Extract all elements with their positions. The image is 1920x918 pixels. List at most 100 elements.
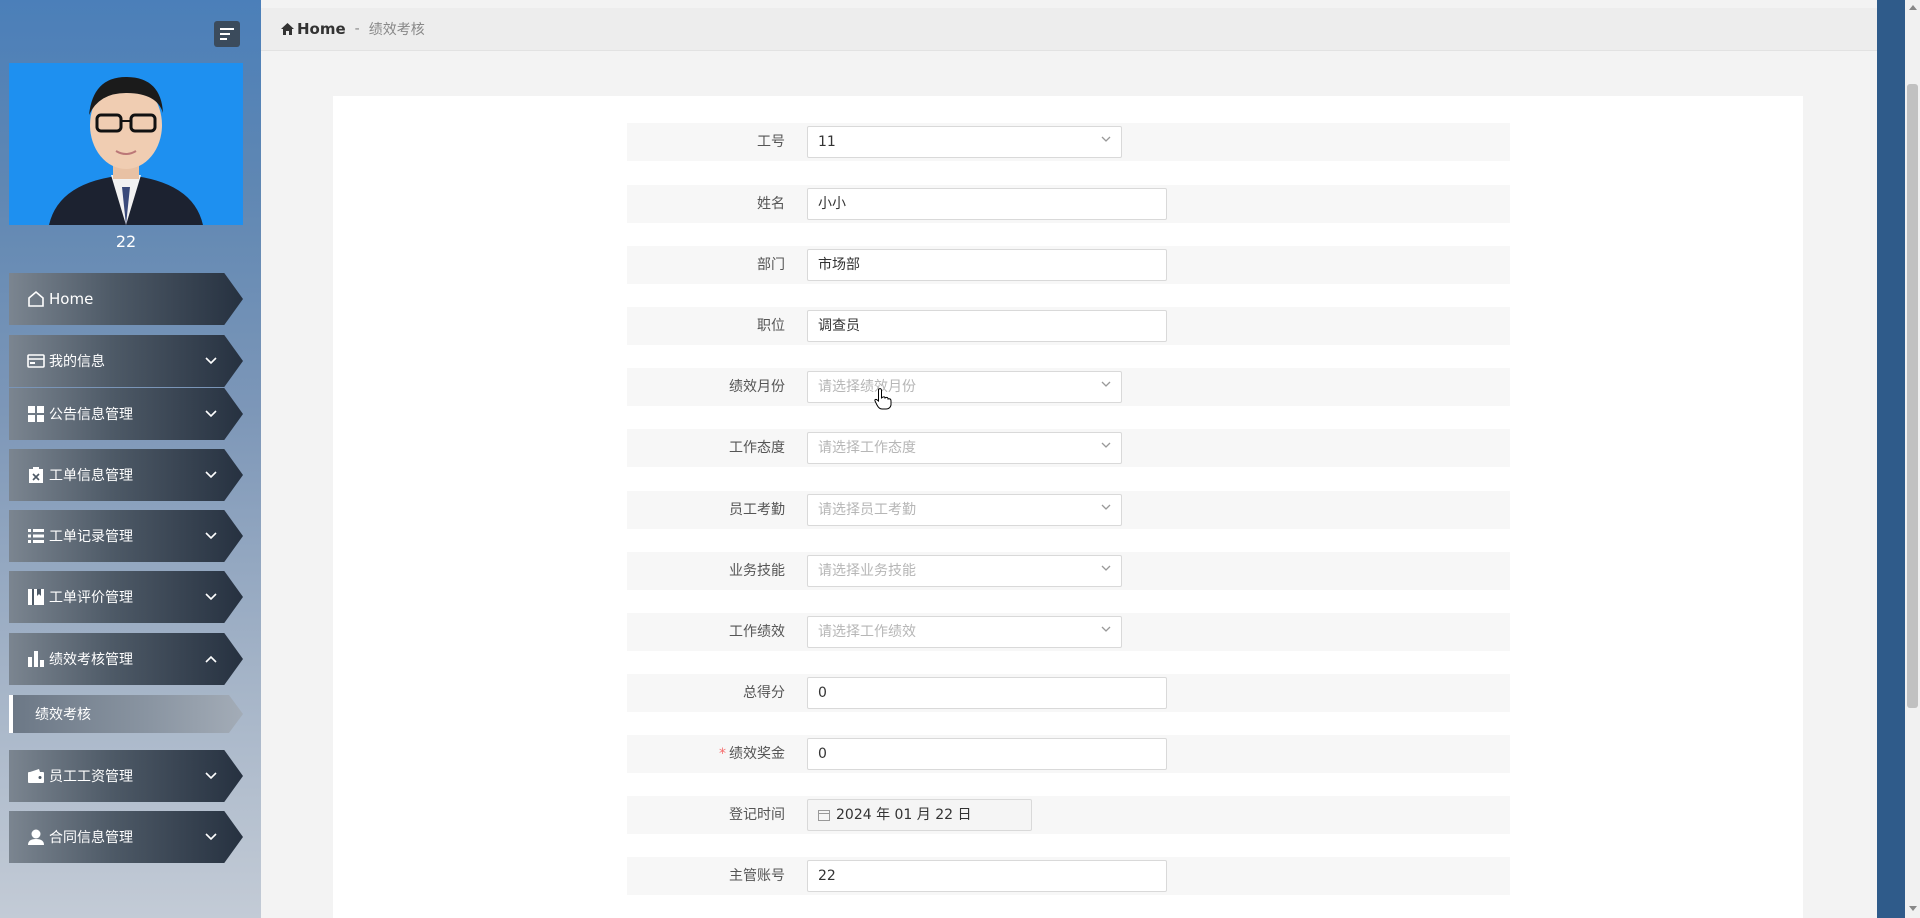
field-label: 业务技能 (729, 563, 785, 579)
field-label: 工作绩效 (729, 624, 785, 640)
nav-my-info[interactable]: 我的信息 (9, 335, 243, 387)
field-label: 员工考勤 (729, 502, 785, 518)
breadcrumb: Home - 绩效考核 (261, 8, 1877, 51)
nav-label: 工单信息管理 (49, 468, 133, 484)
name-input[interactable]: 小小 (807, 188, 1167, 220)
sidebar: 22 Home 我的信息 公告信息管理 工单信息管理 工单记录管理 工单评价管理… (0, 0, 261, 918)
nav-contract-management[interactable]: 合同信息管理 (9, 811, 243, 863)
field-label: 总得分 (743, 685, 785, 701)
nav-ticket-record-management[interactable]: 工单记录管理 (9, 510, 243, 562)
scroll-up-arrow-icon[interactable] (1909, 5, 1917, 10)
nav-salary-management[interactable]: 员工工资管理 (9, 750, 243, 802)
book-icon (27, 588, 45, 606)
app-root: 22 Home 我的信息 公告信息管理 工单信息管理 工单记录管理 工单评价管理… (0, 0, 1920, 918)
field-label: 部门 (757, 257, 785, 273)
nav-label: 公告信息管理 (49, 407, 133, 423)
wallet-icon (27, 767, 45, 785)
nav-label: 工单记录管理 (49, 529, 133, 545)
form-row-employee-id: 工号 11 (627, 123, 1510, 161)
field-label: 工号 (757, 134, 785, 150)
nav-sub-performance-review[interactable]: 绩效考核 (9, 695, 243, 733)
form-row-attendance: 员工考勤 请选择员工考勤 (627, 491, 1510, 529)
select-placeholder: 请选择员工考勤 (818, 502, 916, 518)
date-value: 2024 年 01 月 22 日 (836, 807, 972, 823)
field-label-text: 绩效奖金 (729, 746, 785, 762)
grid-icon (27, 405, 45, 423)
chevron-up-icon (205, 651, 217, 667)
field-label: 职位 (757, 318, 785, 334)
select-placeholder: 请选择业务技能 (818, 563, 916, 579)
chevron-down-icon (1101, 565, 1111, 571)
form-row-work-performance: 工作绩效 请选择工作绩效 (627, 613, 1510, 651)
business-skill-select[interactable]: 请选择业务技能 (807, 555, 1122, 587)
form-row-name: 姓名 小小 (627, 185, 1510, 223)
select-placeholder: 请选择工作态度 (818, 440, 916, 456)
nav-label: 我的信息 (49, 354, 105, 370)
field-label: 主管账号 (729, 868, 785, 884)
hand-cursor-icon (874, 388, 892, 410)
scrollbar-thumb[interactable] (1907, 84, 1918, 708)
field-label: 登记时间 (729, 807, 785, 823)
register-time-picker[interactable]: 2024 年 01 月 22 日 (807, 799, 1032, 831)
avatar (9, 63, 243, 225)
home-icon (27, 290, 45, 308)
employee-id-select[interactable]: 11 (807, 126, 1122, 158)
performance-month-select[interactable]: 请选择绩效月份 (807, 371, 1122, 403)
nav-sub-label: 绩效考核 (35, 707, 91, 723)
field-label: 绩效月份 (729, 379, 785, 395)
nav-home[interactable]: Home (9, 273, 243, 325)
chevron-down-icon (205, 353, 217, 369)
chevron-down-icon (1101, 442, 1111, 448)
select-value: 11 (818, 134, 836, 150)
total-score-input[interactable]: 0 (807, 677, 1167, 709)
field-label: 工作态度 (729, 440, 785, 456)
chevron-down-icon (205, 528, 217, 544)
nav-home-label: Home (49, 290, 94, 308)
form-row-supervisor-account: 主管账号 22 (627, 857, 1510, 895)
nav-ticket-review-management[interactable]: 工单评价管理 (9, 571, 243, 623)
bar-chart-icon (27, 650, 45, 668)
username: 22 (115, 232, 137, 251)
chevron-down-icon (205, 768, 217, 784)
sidebar-toggle-button[interactable] (214, 21, 240, 47)
chevron-down-icon (205, 406, 217, 422)
nav-label: 工单评价管理 (49, 590, 133, 606)
nav-performance-management[interactable]: 绩效考核管理 (9, 633, 243, 685)
performance-bonus-input[interactable]: 0 (807, 738, 1167, 770)
form-row-performance-month: 绩效月份 请选择绩效月份 (627, 368, 1510, 406)
breadcrumb-separator: - (354, 21, 360, 37)
right-edge-strip (1877, 0, 1905, 918)
required-marker: * (719, 746, 726, 762)
form-row-department: 部门 市场部 (627, 246, 1510, 284)
id-card-icon (27, 352, 45, 370)
chevron-down-icon (1101, 381, 1111, 387)
form-row-performance-bonus: * 绩效奖金 0 (627, 735, 1510, 773)
work-performance-select[interactable]: 请选择工作绩效 (807, 616, 1122, 648)
nav-label: 员工工资管理 (49, 769, 133, 785)
nav-notice-management[interactable]: 公告信息管理 (9, 388, 243, 440)
form-row-register-time: 登记时间 2024 年 01 月 22 日 (627, 796, 1510, 834)
scroll-down-arrow-icon[interactable] (1909, 906, 1917, 911)
select-placeholder: 请选择工作绩效 (818, 624, 916, 640)
chevron-down-icon (205, 589, 217, 605)
field-label: * 绩效奖金 (719, 735, 785, 773)
nav-ticket-info-management[interactable]: 工单信息管理 (9, 449, 243, 501)
chevron-down-icon (1101, 136, 1111, 142)
breadcrumb-home-label: Home (297, 20, 346, 38)
chevron-down-icon (205, 829, 217, 845)
chevron-down-icon (205, 467, 217, 483)
menu-icon (220, 28, 234, 40)
nav-label: 合同信息管理 (49, 830, 133, 846)
calendar-icon (818, 810, 830, 821)
form-row-total-score: 总得分 0 (627, 674, 1510, 712)
department-input[interactable]: 市场部 (807, 249, 1167, 281)
list-icon (27, 527, 45, 545)
attendance-select[interactable]: 请选择员工考勤 (807, 494, 1122, 526)
user-icon (27, 828, 45, 846)
position-input[interactable]: 调查员 (807, 310, 1167, 342)
chevron-down-icon (1101, 626, 1111, 632)
work-attitude-select[interactable]: 请选择工作态度 (807, 432, 1122, 464)
clipboard-icon (27, 466, 45, 484)
supervisor-account-input[interactable]: 22 (807, 860, 1167, 892)
breadcrumb-home[interactable]: Home (281, 20, 346, 38)
